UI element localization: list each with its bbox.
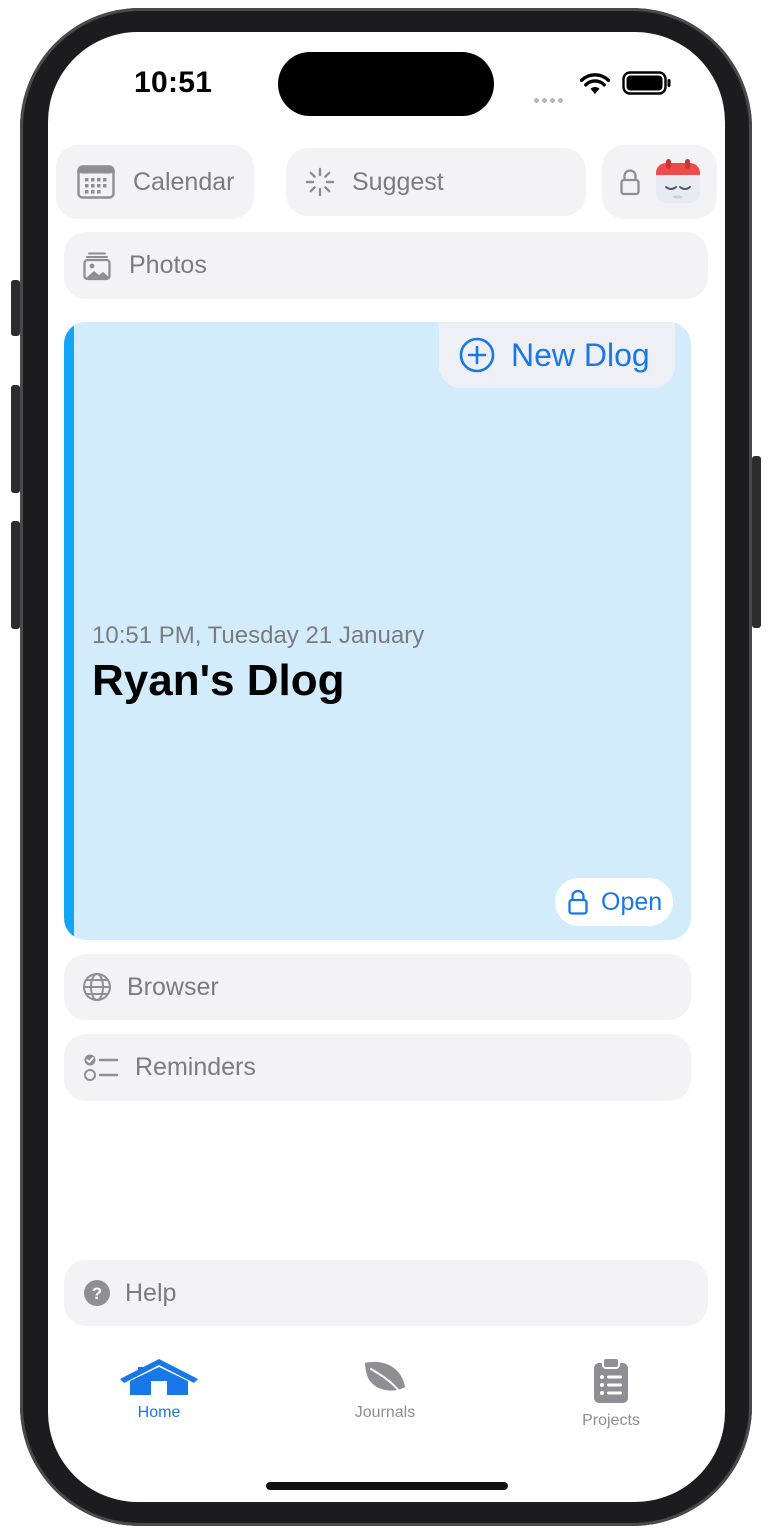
suggest-button[interactable]: Suggest	[286, 148, 586, 216]
volume-up-button	[11, 385, 20, 493]
tab-home[interactable]: Home	[89, 1357, 229, 1422]
battery-icon	[622, 71, 671, 95]
help-button[interactable]: ? Help	[64, 1260, 708, 1326]
app-icon	[656, 159, 700, 203]
calendar-icon	[77, 165, 115, 199]
plus-circle-icon	[459, 337, 495, 373]
lock-icon	[620, 169, 640, 196]
new-dlog-label: New Dlog	[511, 336, 650, 373]
photos-button[interactable]: Photos	[64, 232, 708, 299]
home-indicator[interactable]	[266, 1482, 508, 1490]
help-label: Help	[125, 1278, 177, 1307]
tab-projects-label: Projects	[582, 1412, 640, 1429]
tab-home-label: Home	[137, 1404, 181, 1421]
photos-icon	[83, 252, 111, 280]
dynamic-island	[278, 52, 494, 116]
photos-label: Photos	[129, 251, 207, 279]
clipboard-icon	[594, 1357, 628, 1403]
help-icon: ?	[84, 1280, 110, 1306]
checklist-icon	[84, 1054, 119, 1081]
volume-down-button	[11, 521, 20, 629]
suggest-label: Suggest	[352, 167, 444, 196]
browser-label: Browser	[127, 972, 219, 1001]
tab-journals[interactable]: Journals	[315, 1357, 455, 1422]
phone-screen: 10:51 Calendar Suggest Photos New Dlog 1…	[48, 32, 725, 1502]
card-accent-bar	[64, 322, 74, 940]
dlog-timestamp: 10:51 PM, Tuesday 21 January	[92, 622, 425, 649]
leaf-icon	[365, 1361, 405, 1392]
open-label: Open	[601, 887, 663, 916]
sparkle-icon	[305, 167, 335, 197]
dlog-title: Ryan's Dlog	[92, 656, 345, 705]
wifi-icon	[580, 73, 610, 94]
app-lock-button[interactable]	[602, 145, 717, 219]
open-button[interactable]: Open	[555, 878, 673, 926]
reminders-button[interactable]: Reminders	[64, 1034, 691, 1101]
tab-journals-label: Journals	[354, 1404, 416, 1421]
svg-text:?: ?	[92, 1284, 102, 1303]
signal-icon	[534, 90, 566, 108]
mute-switch	[11, 280, 20, 336]
status-time: 10:51	[134, 66, 213, 99]
browser-button[interactable]: Browser	[64, 954, 691, 1020]
tab-projects[interactable]: Projects	[541, 1357, 681, 1430]
reminders-label: Reminders	[135, 1053, 256, 1081]
globe-icon	[83, 973, 111, 1001]
calendar-button[interactable]: Calendar	[56, 145, 254, 219]
power-button	[752, 456, 761, 628]
dlog-card[interactable]: New Dlog 10:51 PM, Tuesday 21 January Ry…	[64, 322, 691, 940]
lock-icon	[568, 889, 588, 915]
new-dlog-button[interactable]: New Dlog	[439, 322, 675, 388]
house-icon	[120, 1359, 198, 1395]
calendar-label: Calendar	[133, 167, 235, 196]
